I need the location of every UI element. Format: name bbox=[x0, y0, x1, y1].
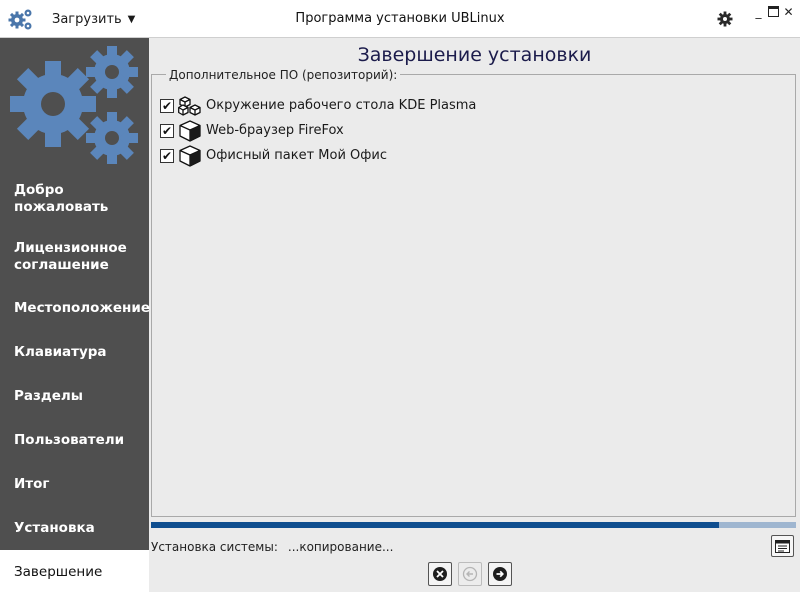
package-icon bbox=[179, 144, 201, 167]
main-panel: Завершение установки Дополнительное ПО (… bbox=[149, 38, 800, 592]
gears-logo bbox=[10, 46, 138, 164]
package-label: Web-браузер FireFox bbox=[206, 123, 344, 138]
window-controls: _ ✕ bbox=[752, 6, 795, 19]
list-item[interactable]: ✔ Офисный пакет Мой Офис bbox=[160, 143, 476, 168]
sidebar-item-finish[interactable]: Завершение bbox=[0, 550, 149, 592]
group-label: Дополнительное ПО (репозиторий): bbox=[166, 68, 401, 82]
list-item[interactable]: ✔ Окружение рабочего стола KDE Plasma bbox=[160, 93, 476, 118]
status-value: ...копирование... bbox=[287, 540, 394, 554]
gear-icon[interactable] bbox=[717, 11, 733, 27]
status-label: Установка системы: bbox=[151, 540, 278, 554]
sidebar-item-summary[interactable]: Итог bbox=[0, 462, 149, 506]
package-label: Офисный пакет Мой Офис bbox=[206, 148, 388, 163]
package-checkbox[interactable]: ✔ bbox=[160, 123, 174, 138]
log-button[interactable] bbox=[771, 535, 794, 557]
title-bar: Загрузить ▼ Программа установки UBLinux … bbox=[0, 0, 800, 38]
next-arrow-icon bbox=[493, 567, 507, 581]
packages-icon bbox=[178, 95, 201, 116]
window-title: Программа установки UBLinux bbox=[295, 11, 505, 26]
sidebar-item-location[interactable]: Местоположение bbox=[0, 286, 150, 330]
maximize-icon[interactable] bbox=[767, 6, 780, 19]
sidebar-item-keyboard[interactable]: Клавиатура bbox=[0, 330, 149, 374]
back-arrow-icon bbox=[462, 566, 478, 582]
wizard-buttons bbox=[428, 562, 512, 586]
back-button[interactable] bbox=[458, 562, 482, 586]
log-icon bbox=[775, 539, 790, 553]
package-checkbox[interactable]: ✔ bbox=[160, 98, 174, 113]
additional-software-group: Дополнительное ПО (репозиторий): ✔ Окруж… bbox=[151, 68, 796, 517]
status-line: Установка системы: ...копирование... bbox=[151, 540, 393, 554]
minimize-icon[interactable]: _ bbox=[752, 6, 765, 19]
package-list: ✔ Окружение рабочего стола KDE Plasma ✔ bbox=[160, 93, 476, 168]
next-button[interactable] bbox=[488, 562, 512, 586]
package-label: Окружение рабочего стола KDE Plasma bbox=[206, 98, 477, 113]
package-checkbox[interactable]: ✔ bbox=[160, 148, 174, 163]
sidebar-item-welcome[interactable]: Добро пожаловать bbox=[0, 170, 149, 228]
install-progress-bar bbox=[151, 522, 796, 528]
sidebar-item-partitions[interactable]: Разделы bbox=[0, 374, 149, 418]
cancel-icon bbox=[433, 567, 447, 581]
cancel-button[interactable] bbox=[428, 562, 452, 586]
sidebar-item-license[interactable]: Лицензионное соглашение bbox=[0, 228, 149, 286]
package-icon bbox=[179, 119, 201, 142]
step-navigation: Добро пожаловать Лицензионное соглашение… bbox=[0, 170, 150, 592]
sidebar: Добро пожаловать Лицензионное соглашение… bbox=[0, 38, 150, 592]
sidebar-item-install[interactable]: Установка bbox=[0, 506, 149, 550]
sidebar-item-users[interactable]: Пользователи bbox=[0, 418, 149, 462]
progress-fill bbox=[151, 522, 719, 528]
close-icon[interactable]: ✕ bbox=[782, 6, 795, 19]
list-item[interactable]: ✔ Web-браузер FireFox bbox=[160, 118, 476, 143]
page-title: Завершение установки bbox=[357, 44, 592, 66]
